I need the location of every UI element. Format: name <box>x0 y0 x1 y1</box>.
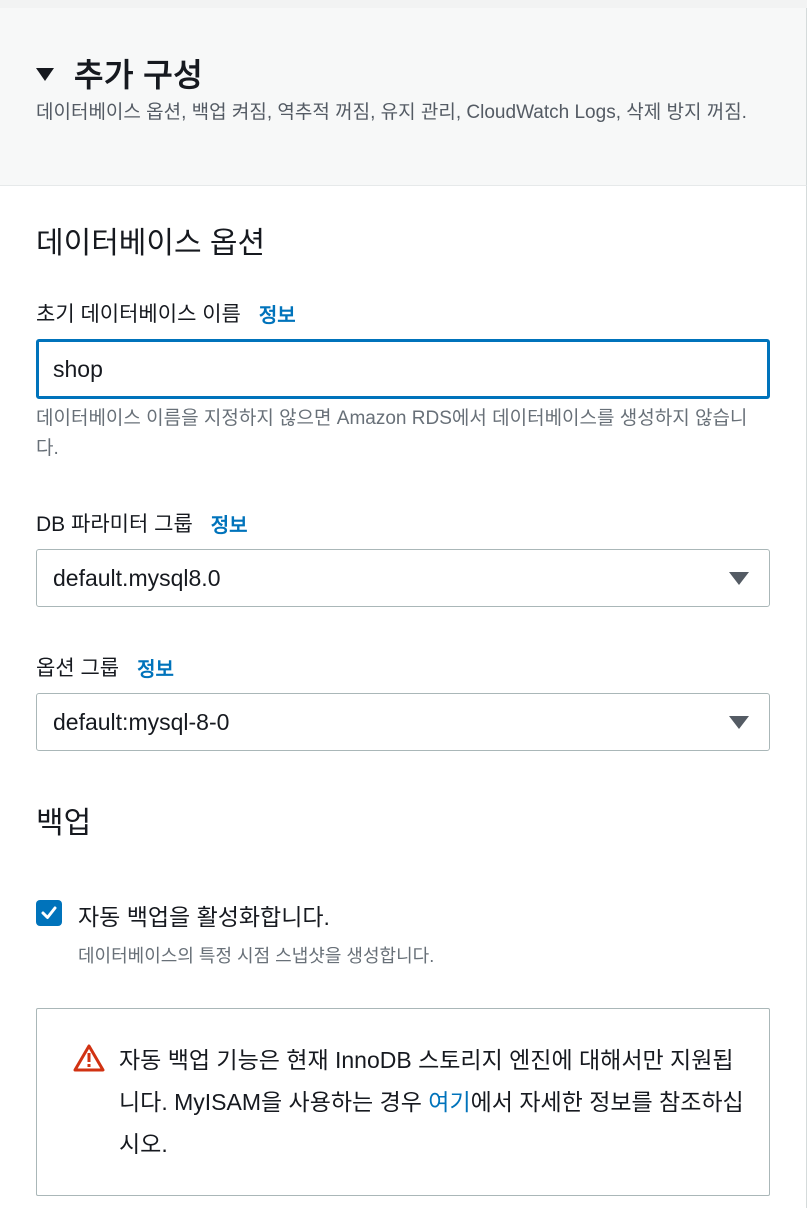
initial-db-name-label: 초기 데이터베이스 이름 정보 <box>36 298 296 328</box>
auto-backup-checkbox[interactable] <box>36 900 62 926</box>
checkmark-icon <box>41 906 57 919</box>
auto-backup-label: 자동 백업을 활성화합니다. <box>78 904 330 930</box>
backup-heading: 백업 <box>36 807 92 840</box>
section-description: 데이터베이스 옵션, 백업 켜짐, 역추적 꺼짐, 유지 관리, CloudWa… <box>36 102 747 123</box>
section-title: 추가 구성 <box>74 57 204 93</box>
option-group-info-link[interactable]: 정보 <box>137 653 174 682</box>
auto-backup-text: 자동 백업을 활성화합니다. 데이터베이스의 특정 시점 스냅샷을 생성합니다. <box>78 898 434 968</box>
initial-db-name-input[interactable] <box>36 339 770 399</box>
auto-backup-description: 데이터베이스의 특정 시점 스냅샷을 생성합니다. <box>78 946 435 966</box>
db-options-heading: 데이터베이스 옵션 <box>36 227 266 260</box>
backup-warning-alert: 자동 백업 기능은 현재 InnoDB 스토리지 엔진에 대해서만 지원됩니다.… <box>36 1008 770 1196</box>
chevron-down-icon <box>729 571 749 585</box>
caret-down-icon <box>36 67 54 81</box>
param-group-select[interactable]: default.mysql8.0 <box>36 549 770 607</box>
option-group-selected-value: default:mysql-8-0 <box>53 708 230 735</box>
initial-db-name-hint: 데이터베이스 이름을 지정하지 않으면 Amazon RDS에서 데이터베이스를… <box>36 408 748 459</box>
chevron-down-icon <box>729 715 749 729</box>
alert-message: 자동 백업 기능은 현재 InnoDB 스토리지 엔진에 대해서만 지원됩니다.… <box>119 1039 749 1165</box>
param-group-selected-value: default.mysql8.0 <box>53 564 221 591</box>
option-group-label-text: 옵션 그룹 <box>36 657 120 680</box>
expand-toggle[interactable]: 추가 구성 <box>36 50 203 96</box>
warning-icon <box>73 1044 105 1072</box>
param-group-label: DB 파라미터 그룹 정보 <box>36 508 248 538</box>
section-header: 추가 구성 데이터베이스 옵션, 백업 켜짐, 역추적 꺼짐, 유지 관리, C… <box>0 8 807 186</box>
option-group-select[interactable]: default:mysql-8-0 <box>36 693 770 751</box>
option-group-label: 옵션 그룹 정보 <box>36 652 174 682</box>
auto-backup-option: 자동 백업을 활성화합니다. 데이터베이스의 특정 시점 스냅샷을 생성합니다. <box>36 898 434 968</box>
alert-info-link[interactable]: 여기 <box>428 1089 470 1115</box>
initial-db-name-label-text: 초기 데이터베이스 이름 <box>36 303 241 326</box>
initial-db-info-link[interactable]: 정보 <box>259 299 296 328</box>
param-group-info-link[interactable]: 정보 <box>211 509 248 538</box>
param-group-label-text: DB 파라미터 그룹 <box>36 513 193 536</box>
additional-configuration-panel: 추가 구성 데이터베이스 옵션, 백업 켜짐, 역추적 꺼짐, 유지 관리, C… <box>0 0 807 1208</box>
